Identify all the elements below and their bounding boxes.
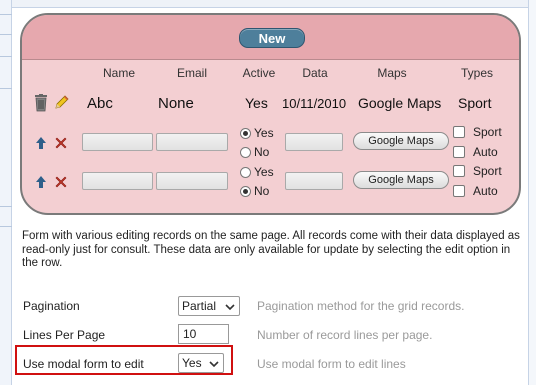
pagination-label: Pagination bbox=[23, 299, 80, 313]
trash-icon[interactable] bbox=[33, 94, 49, 116]
readonly-name: Abc bbox=[87, 95, 113, 112]
checkbox-label-sport: Sport bbox=[473, 164, 502, 178]
date-input[interactable] bbox=[285, 172, 343, 190]
arrow-up-icon[interactable] bbox=[35, 136, 47, 153]
google-maps-button[interactable]: Google Maps bbox=[353, 171, 449, 189]
lines-per-page-value: 10 bbox=[183, 327, 197, 341]
pencil-icon[interactable] bbox=[53, 94, 70, 115]
radio-label-no: No bbox=[254, 184, 270, 198]
checkbox-label-auto: Auto bbox=[473, 184, 498, 198]
readonly-types: Sport bbox=[458, 95, 492, 111]
sport-checkbox[interactable]: Sport bbox=[453, 125, 502, 139]
pagination-hint: Pagination method for the grid records. bbox=[257, 299, 465, 313]
grid-preview-panel: New Name Email Active Data Maps Types Ab… bbox=[20, 13, 521, 215]
checkbox-box[interactable] bbox=[453, 146, 465, 158]
column-header-types: Types bbox=[460, 66, 493, 80]
column-header-email: Email bbox=[176, 66, 207, 80]
chevron-down-icon bbox=[225, 301, 235, 315]
checkbox-label-sport: Sport bbox=[473, 125, 502, 139]
radio-label-yes: Yes bbox=[254, 165, 274, 179]
lines-per-page-label: Lines Per Page bbox=[23, 328, 106, 342]
pagination-select[interactable]: Partial bbox=[178, 296, 240, 316]
readonly-data: 10/11/2010 bbox=[282, 96, 347, 111]
email-input[interactable] bbox=[156, 172, 228, 190]
column-header-active: Active bbox=[242, 66, 276, 80]
active-yes-radio[interactable]: Yes bbox=[240, 165, 274, 179]
delete-x-icon[interactable] bbox=[55, 175, 67, 192]
active-yes-radio[interactable]: Yes bbox=[240, 126, 274, 140]
lines-per-page-input[interactable]: 10 bbox=[178, 324, 229, 344]
radio-indicator[interactable] bbox=[240, 127, 251, 139]
column-header-name: Name bbox=[102, 66, 135, 80]
pagination-value: Partial bbox=[182, 299, 217, 313]
top-frame bbox=[12, 0, 528, 8]
column-header-data: Data bbox=[302, 66, 328, 80]
new-button[interactable]: New bbox=[239, 28, 305, 48]
email-input[interactable] bbox=[156, 133, 228, 151]
readonly-active: Yes bbox=[245, 95, 268, 111]
radio-indicator[interactable] bbox=[240, 146, 251, 158]
lines-per-page-hint: Number of record lines per page. bbox=[257, 328, 433, 342]
radio-label-no: No bbox=[254, 145, 270, 159]
radio-indicator[interactable] bbox=[240, 166, 251, 178]
checkbox-box[interactable] bbox=[453, 126, 465, 138]
auto-checkbox[interactable]: Auto bbox=[453, 145, 498, 159]
radio-label-yes: Yes bbox=[254, 126, 274, 140]
sport-checkbox[interactable]: Sport bbox=[453, 164, 502, 178]
radio-indicator[interactable] bbox=[240, 185, 251, 197]
left-frame bbox=[0, 0, 12, 385]
column-header-maps: Maps bbox=[377, 66, 407, 80]
highlight-box bbox=[15, 345, 233, 375]
date-input[interactable] bbox=[285, 133, 343, 151]
modal-form-hint: Use modal form to edit lines bbox=[257, 357, 406, 371]
name-input[interactable] bbox=[82, 172, 153, 190]
checkbox-box[interactable] bbox=[453, 165, 465, 177]
name-input[interactable] bbox=[82, 133, 153, 151]
readonly-maps: Google Maps bbox=[358, 95, 442, 111]
description-text: Form with various editing records on the… bbox=[22, 230, 520, 269]
arrow-up-icon[interactable] bbox=[35, 175, 47, 192]
right-frame bbox=[528, 0, 536, 385]
delete-x-icon[interactable] bbox=[55, 136, 67, 153]
google-maps-button[interactable]: Google Maps bbox=[353, 132, 449, 150]
checkbox-box[interactable] bbox=[453, 185, 465, 197]
auto-checkbox[interactable]: Auto bbox=[453, 184, 498, 198]
active-no-radio[interactable]: No bbox=[240, 184, 269, 198]
readonly-email: None bbox=[158, 95, 194, 112]
checkbox-label-auto: Auto bbox=[473, 145, 498, 159]
active-no-radio[interactable]: No bbox=[240, 145, 269, 159]
